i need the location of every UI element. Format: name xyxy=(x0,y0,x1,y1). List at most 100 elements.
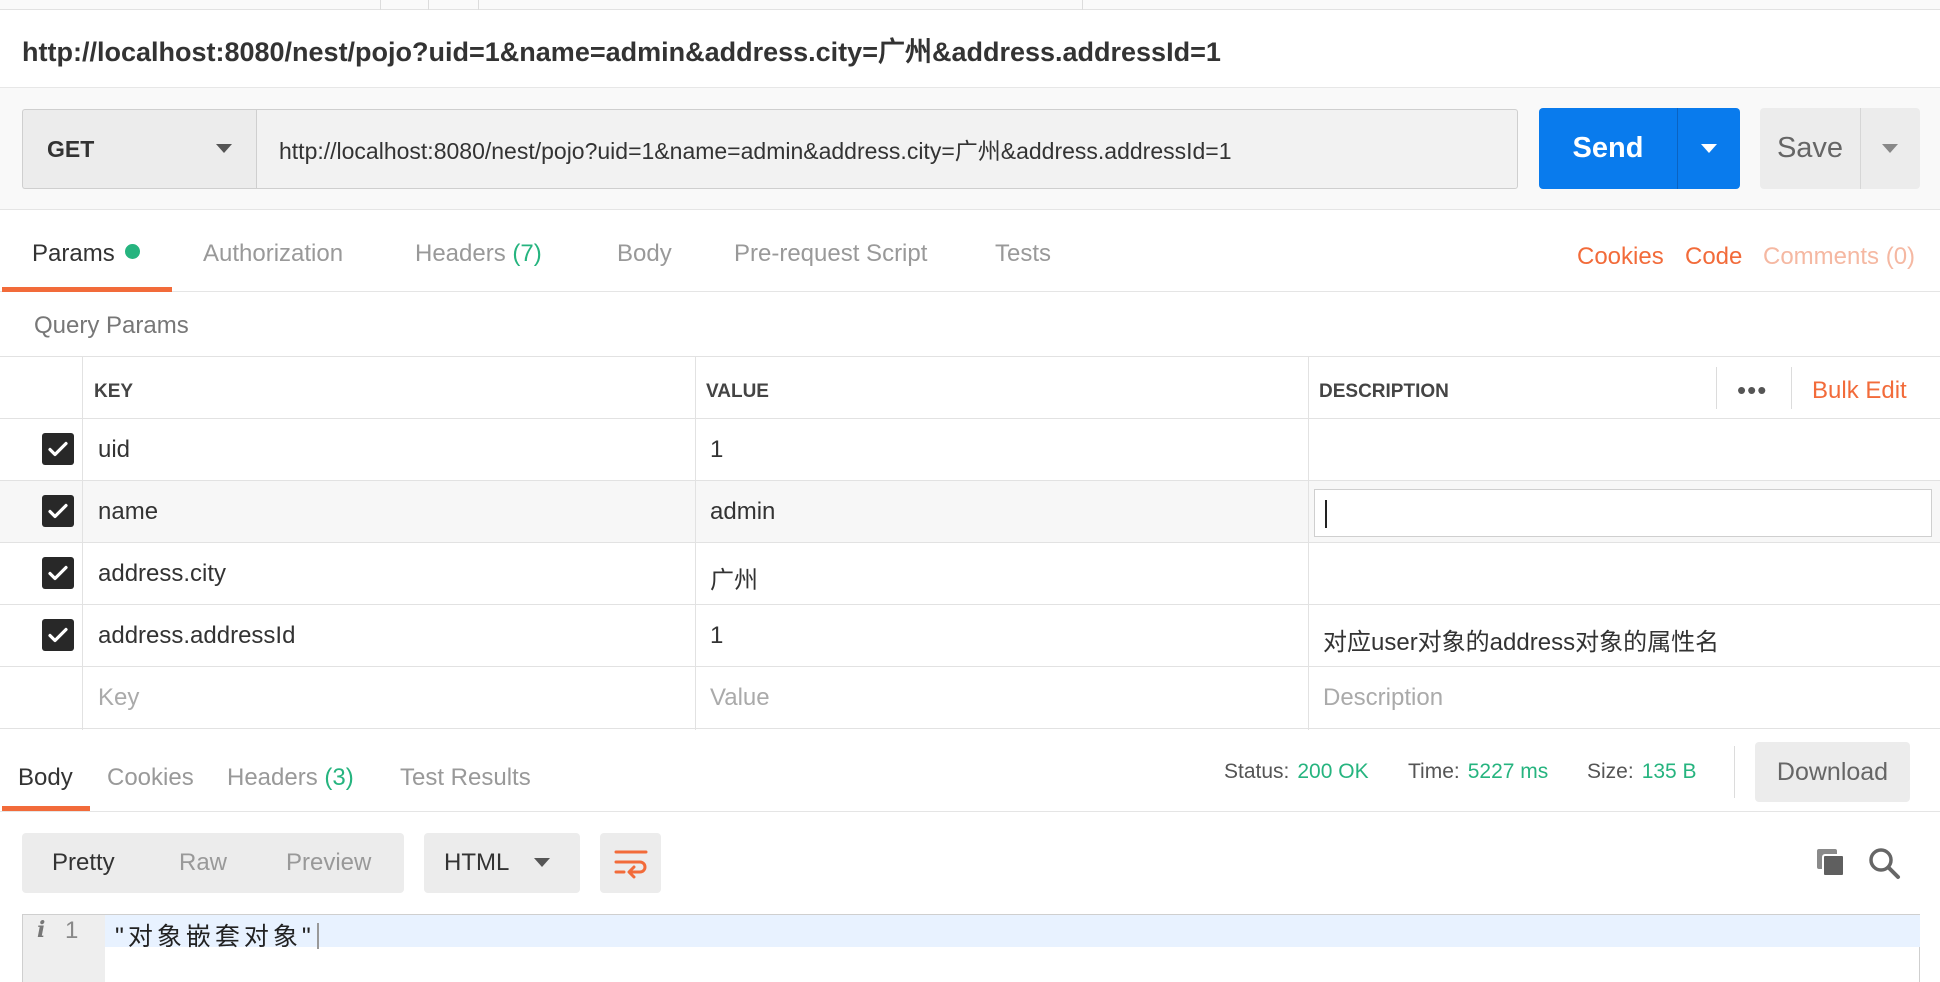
text-cursor xyxy=(316,923,319,949)
param-key[interactable]: uid xyxy=(98,436,130,464)
tab-strip-divider xyxy=(478,0,479,10)
save-button[interactable]: Save xyxy=(1760,108,1860,189)
column-divider xyxy=(1308,356,1309,730)
description-input-empty[interactable]: Description xyxy=(1323,684,1443,712)
search-icon[interactable] xyxy=(1867,846,1901,880)
status-label: Status: xyxy=(1224,760,1290,783)
copy-icon[interactable] xyxy=(1814,846,1848,880)
code-link[interactable]: Code xyxy=(1685,243,1742,271)
param-value[interactable]: 1 xyxy=(710,436,723,464)
param-value[interactable]: 1 xyxy=(710,622,723,650)
checkbox-checked[interactable] xyxy=(42,619,74,651)
request-title[interactable]: http://localhost:8080/nest/pojo?uid=1&na… xyxy=(22,30,1221,69)
format-pretty[interactable]: Pretty xyxy=(52,849,115,877)
checkbox-checked[interactable] xyxy=(42,495,74,527)
param-key[interactable]: address.city xyxy=(98,560,226,588)
status-readout: Status: 200 OK xyxy=(1224,760,1369,784)
chevron-down-icon xyxy=(216,144,232,153)
active-tab-underline xyxy=(2,287,172,292)
tab-prerequest-script[interactable]: Pre-request Script xyxy=(734,240,927,268)
header-divider xyxy=(1716,367,1717,409)
send-options-chevron-icon[interactable] xyxy=(1701,144,1717,153)
table-row: uid 1 xyxy=(0,419,1940,481)
response-tab-body[interactable]: Body xyxy=(18,764,73,792)
size-value: 135 B xyxy=(1641,760,1697,783)
tab-strip-divider xyxy=(380,0,381,10)
tab-tests[interactable]: Tests xyxy=(995,240,1051,268)
tab-headers-label: Headers xyxy=(415,240,506,267)
active-response-tab-underline xyxy=(2,806,90,811)
param-description[interactable]: 对应user对象的address对象的属性名 xyxy=(1323,622,1719,657)
method-select[interactable]: GET xyxy=(22,109,256,189)
time-label: Time: xyxy=(1408,760,1460,783)
column-divider xyxy=(82,356,83,730)
table-row: address.addressId 1 对应user对象的address对象的属… xyxy=(0,605,1940,667)
param-key[interactable]: name xyxy=(98,498,158,526)
format-raw[interactable]: Raw xyxy=(179,849,227,877)
tab-params[interactable]: Params xyxy=(32,240,140,268)
time-value: 5227 ms xyxy=(1467,760,1549,783)
table-row: address.city 广州 xyxy=(0,543,1940,605)
table-row: name admin xyxy=(0,481,1940,543)
comments-link[interactable]: Comments (0) xyxy=(1763,243,1915,271)
column-divider xyxy=(695,356,696,730)
format-toggle-group: Pretty Raw Preview xyxy=(22,833,404,893)
param-value[interactable]: 广州 xyxy=(710,560,758,595)
url-input[interactable]: http://localhost:8080/nest/pojo?uid=1&na… xyxy=(256,109,1518,189)
text-cursor xyxy=(1325,500,1327,528)
response-body-editor[interactable]: i 1 "对象嵌套对象" xyxy=(22,914,1920,982)
description-input[interactable] xyxy=(1314,489,1932,537)
response-tab-headers[interactable]: Headers (3) xyxy=(227,764,354,792)
language-select[interactable]: HTML xyxy=(424,833,580,893)
cookies-link[interactable]: Cookies xyxy=(1577,243,1664,271)
response-tab-headers-count: (3) xyxy=(324,764,354,791)
status-dot-icon xyxy=(124,244,140,259)
save-divider xyxy=(1860,108,1861,189)
checkmark-icon xyxy=(48,441,68,457)
table-header-row: KEY VALUE DESCRIPTION ••• Bulk Edit xyxy=(0,357,1940,419)
time-readout: Time: 5227 ms xyxy=(1408,760,1548,784)
send-button-group: Send xyxy=(1539,108,1740,189)
table-row-empty: Key Value Description xyxy=(0,667,1940,729)
param-value[interactable]: admin xyxy=(710,498,775,526)
response-tab-test-results[interactable]: Test Results xyxy=(400,764,531,792)
active-line-highlight xyxy=(105,915,1920,947)
param-key[interactable]: address.addressId xyxy=(98,622,295,650)
more-options-icon[interactable]: ••• xyxy=(1737,375,1767,406)
tab-headers-count: (7) xyxy=(512,240,542,267)
tab-strip[interactable] xyxy=(0,0,1940,10)
save-options-chevron-icon[interactable] xyxy=(1882,144,1898,153)
status-value: 200 OK xyxy=(1297,760,1369,783)
value-input[interactable]: Value xyxy=(710,684,770,712)
method-label: GET xyxy=(47,135,95,162)
save-button-group: Save xyxy=(1760,108,1920,189)
tab-params-label: Params xyxy=(32,240,115,267)
checkbox-checked[interactable] xyxy=(42,557,74,589)
code-line: "对象嵌套对象" xyxy=(115,917,319,953)
column-header-value: VALUE xyxy=(706,381,769,402)
response-divider xyxy=(1734,746,1735,798)
checkbox-checked[interactable] xyxy=(42,433,74,465)
language-label: HTML xyxy=(444,849,510,876)
code-text: "对象嵌套对象" xyxy=(115,923,315,951)
bulk-edit-button[interactable]: Bulk Edit xyxy=(1812,377,1907,405)
tab-headers[interactable]: Headers (7) xyxy=(415,240,542,268)
column-header-key: KEY xyxy=(94,381,134,402)
response-tab-cookies[interactable]: Cookies xyxy=(107,764,194,792)
header-divider xyxy=(1791,367,1792,409)
checkmark-icon xyxy=(48,503,68,519)
checkmark-icon xyxy=(48,565,68,581)
key-input[interactable]: Key xyxy=(98,684,139,712)
tab-strip-divider xyxy=(1082,0,1083,10)
editor-gutter: i 1 xyxy=(23,915,105,982)
send-divider xyxy=(1677,108,1678,189)
format-preview[interactable]: Preview xyxy=(286,849,371,877)
send-button[interactable]: Send xyxy=(1539,108,1677,189)
download-button[interactable]: Download xyxy=(1755,742,1910,802)
response-tab-headers-label: Headers xyxy=(227,764,318,791)
tab-body[interactable]: Body xyxy=(617,240,672,268)
tab-authorization[interactable]: Authorization xyxy=(203,240,343,268)
wrap-lines-button[interactable] xyxy=(600,833,661,893)
query-params-label: Query Params xyxy=(34,312,189,339)
info-icon: i xyxy=(37,917,46,943)
